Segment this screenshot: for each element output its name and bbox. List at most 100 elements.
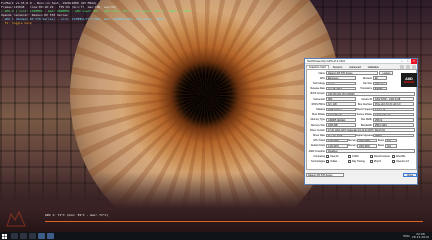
temperature-graph: GPU 1: 71°C (min: 39°C - max: 71°C)	[45, 213, 423, 222]
row-label: BIOS Version	[310, 92, 325, 96]
gpuz-row: GPU Ellesmere Revision EF	[308, 76, 415, 80]
close-button[interactable]: Close	[403, 172, 417, 177]
row-value: Dec 10, 2019	[326, 133, 356, 138]
gpuz-row: Driver Version 27.20.1002.1007 (Adrenalin…	[308, 128, 415, 132]
capability-checkbox: Vulkan	[326, 159, 348, 163]
capability-checkbox: Ray Tracing	[348, 159, 370, 163]
row-label: Shaders	[316, 107, 325, 111]
row-value: 42.9 GPixel/s	[326, 112, 356, 117]
row-extra-label: DirectX Support	[356, 107, 373, 111]
row-extra-label: Memory	[348, 144, 357, 148]
row-label: Memory Type	[310, 118, 325, 122]
checkbox-icon	[370, 159, 373, 163]
task-view-icon[interactable]	[20, 233, 27, 239]
row-extra-value: 232 mm²	[373, 81, 387, 86]
capability-name: CUDA	[352, 154, 359, 158]
row-value: 1340 MHz	[326, 144, 348, 148]
capability-name: PhysX	[374, 159, 381, 163]
row-extra-value: 171.5 GTexel/s	[373, 112, 414, 117]
row-value: Ellesmere	[326, 76, 356, 80]
windows-start-icon[interactable]	[0, 232, 9, 240]
capability-name: Ray Tracing	[352, 159, 365, 163]
row-value: 2048 Unified	[326, 107, 356, 112]
row-extra-label: Revision	[362, 76, 372, 80]
gpuz-window[interactable]: TechPowerUp GPU-Z 2.18.0 – □ × Graphics …	[304, 58, 418, 185]
gpuz-row: Driver Date Dec 10, 2019 Digital Signature…	[308, 133, 415, 138]
row-extra-value: 1002 67DF - 1462 3418	[373, 97, 414, 101]
row-label: Name	[318, 71, 325, 75]
furmark-taskbar-icon[interactable]	[38, 233, 45, 239]
row-label: Pixel Fillrate	[311, 113, 325, 117]
row-extra-label: Transistors	[360, 87, 372, 91]
row-value: 14 nm	[326, 81, 356, 86]
row-label: Subvendor	[313, 97, 325, 101]
checkbox-icon	[392, 154, 395, 158]
capability-checkbox: PhysX	[370, 159, 392, 163]
gpuz-row: Name Radeon RX 570 Series Lookup	[308, 71, 415, 75]
furmark-logo-watermark	[5, 210, 27, 228]
capability-name: Vulkan	[330, 159, 338, 163]
capability-name: OpenCL	[330, 154, 339, 158]
row-extra-value: 256.0 GB/s	[373, 123, 414, 127]
clock-date: 28.12.2019	[411, 235, 429, 239]
row-extra-value: EF	[373, 76, 387, 80]
system-tray: ENG 22:08 28.12.2019	[403, 233, 432, 239]
row-extra-label: Bus Interface	[357, 102, 372, 106]
explorer-icon[interactable]	[29, 233, 36, 239]
capability-checkbox: OpenCL	[326, 154, 348, 158]
checkbox-icon	[370, 154, 373, 158]
row-extra-value: 256 bit	[373, 118, 414, 122]
checkbox-icon	[326, 159, 329, 163]
gpuz-title: TechPowerUp GPU-Z 2.18.0	[307, 59, 346, 63]
row-label: Memory Size	[311, 123, 325, 127]
row-extra-value: 5700M	[373, 86, 387, 91]
search-icon[interactable]	[11, 233, 18, 239]
gpuz-row: BIOS Version 015.050.002.001.000000	[308, 92, 415, 96]
row-label: AMD CrossFire	[308, 149, 325, 153]
row-extra-value: 2000 MHz	[357, 144, 377, 148]
checkbox-icon	[348, 154, 351, 158]
row-extra-value: 12 (12_0)	[373, 107, 414, 112]
row-label: Technology	[312, 81, 325, 85]
gpuz-row: Technology 14 nm Die Size 232 mm²	[308, 81, 415, 86]
row-label: Default Clock	[310, 144, 325, 148]
gpuz-row: Subvendor MSI Device ID 1002 67DF - 1462 34…	[308, 97, 415, 101]
gpuz-taskbar-icon[interactable]	[47, 233, 54, 239]
row-value: GDDR5 (Elpida)	[326, 118, 356, 122]
row-value: 32 / 128	[326, 102, 356, 106]
gpuz-row: Shaders 2048 Unified DirectX Support 12 (12…	[308, 107, 415, 112]
row-value: 015.050.002.001.000000	[326, 92, 415, 96]
capability-name: OpenGL 4.6	[396, 159, 409, 163]
temperature-graph-label: GPU 1: 71°C (min: 39°C - max: 71°C)	[45, 213, 109, 217]
row-value: Radeon RX 570 Series	[326, 71, 378, 75]
row-extra-value: 2000 MHz	[357, 138, 377, 143]
row-label: Technologies	[311, 159, 325, 163]
capability-checkbox: DirectCompute	[370, 154, 392, 158]
language-indicator[interactable]: ENG	[403, 234, 409, 238]
gpuz-row: Release Date Apr 18, 2017 Transistors 5700M	[308, 86, 415, 91]
row-value: MSI	[326, 97, 356, 101]
row-value: 4096 MB	[326, 123, 356, 127]
gpuz-row: ROPs/TMUs 32 / 128 Bus Interface PCIe x16 3…	[308, 102, 415, 106]
capability-checkbox: DirectML	[392, 154, 414, 158]
capability-name: DirectML	[396, 154, 406, 158]
row-extra-label: Device ID	[361, 97, 372, 101]
row-extra-label: Digital Signature	[356, 133, 374, 137]
row-extra-value: WHQL	[373, 133, 414, 138]
row-value: 27.20.1002.1007 (Adrenalin 19.12.2) DCH …	[326, 128, 415, 132]
row-extra-label: Bandwidth	[360, 123, 372, 127]
row-extra-label: Boost	[377, 144, 384, 148]
checkbox-icon	[392, 159, 395, 163]
row-label: Driver Version	[309, 128, 325, 132]
row-extra-label: Memory	[348, 139, 357, 143]
row-value: Apr 18, 2017	[326, 86, 356, 91]
gpuz-footer: Radeon RX 570 Series Close	[306, 172, 417, 177]
lookup-button[interactable]: Lookup	[379, 71, 393, 75]
close-icon[interactable]: ×	[411, 58, 417, 64]
row-extra-label: Boost	[377, 139, 384, 143]
gpu-select-dropdown[interactable]: Radeon RX 570 Series	[306, 172, 344, 177]
taskbar: ENG 22:08 28.12.2019	[0, 232, 432, 240]
row-extra-label: Texture Fillrate	[356, 113, 372, 117]
row-extra-value: N/A	[385, 138, 397, 143]
taskbar-clock[interactable]: 22:08 28.12.2019	[412, 233, 429, 239]
